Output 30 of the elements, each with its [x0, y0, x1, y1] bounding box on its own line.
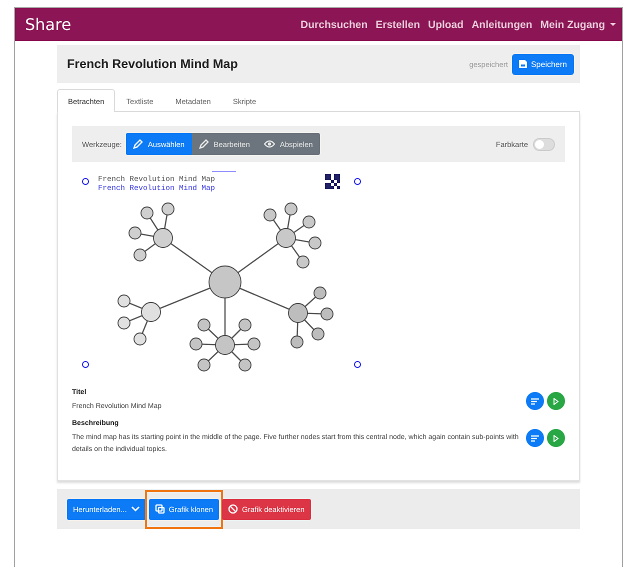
play-icon	[553, 434, 559, 442]
chevron-down-icon	[130, 506, 140, 512]
save-button[interactable]: Speichern	[512, 54, 574, 74]
selection-handle[interactable]	[82, 178, 89, 185]
play-icon	[553, 398, 559, 404]
selection-handle[interactable]	[354, 361, 361, 368]
nav-link[interactable]: Upload	[428, 18, 464, 30]
play-button[interactable]	[547, 429, 565, 447]
selection-handle[interactable]	[82, 361, 89, 368]
brand-logo[interactable]: Share	[25, 15, 293, 34]
eye-icon	[264, 140, 275, 148]
ban-icon	[228, 504, 238, 514]
play-button[interactable]	[547, 392, 565, 410]
selection-handle[interactable]	[354, 178, 361, 185]
small-line-icon	[212, 171, 236, 173]
pencil-icon	[132, 139, 143, 149]
document-title: French Revolution Mind Map	[67, 57, 239, 71]
edit-text-button[interactable]	[526, 429, 544, 447]
lines-icon	[531, 398, 539, 404]
clone-icon	[154, 504, 165, 514]
nav-link[interactable]: Mein Zugang	[540, 18, 616, 30]
caret-icon	[610, 23, 616, 26]
lines-icon	[531, 434, 539, 442]
nav-link[interactable]: Durchsuchen	[300, 18, 368, 30]
nav-link[interactable]: Anleitungen	[472, 18, 532, 30]
pencil-icon	[198, 139, 209, 149]
qr-code-icon	[325, 174, 340, 189]
edit-text-button[interactable]	[526, 392, 544, 410]
nav-link[interactable]: Erstellen	[376, 18, 420, 30]
toggle-switch[interactable]	[533, 138, 555, 150]
